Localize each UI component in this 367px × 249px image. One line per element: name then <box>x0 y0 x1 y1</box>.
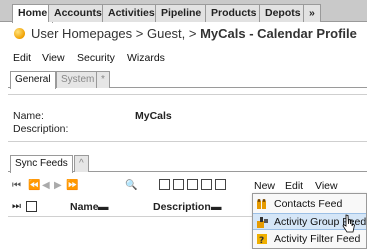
expand-icon[interactable]: ⏭ <box>12 201 21 213</box>
breadcrumb-current: MyCals - Calendar Profile <box>200 26 357 41</box>
name-sort-icon[interactable]: ▬ <box>98 201 109 213</box>
breadcrumb: User Homepages > Guest, > MyCals - Calen… <box>14 25 357 43</box>
first-page-icon[interactable]: ⏮ <box>12 180 21 192</box>
menu-wizards[interactable]: Wizards <box>127 50 165 66</box>
tab-pipeline[interactable]: Pipeline <box>155 4 208 22</box>
toolbar-edit[interactable]: Edit <box>285 180 303 192</box>
toolbar-new[interactable]: New <box>254 180 275 192</box>
detail-subtabs: General System * <box>8 70 367 89</box>
tab-accounts[interactable]: Accounts <box>48 4 108 22</box>
list-icon[interactable] <box>215 179 226 190</box>
check-icon[interactable] <box>201 179 212 190</box>
prev-icon[interactable]: ◀ <box>42 180 50 192</box>
select-all-checkbox[interactable] <box>26 201 37 212</box>
column-name[interactable]: Name <box>70 201 99 213</box>
tab-products[interactable]: Products <box>205 4 263 22</box>
tab-sync-feeds[interactable]: Sync Feeds <box>10 155 73 173</box>
toolbar-view[interactable]: View <box>315 180 338 192</box>
contacts-icon <box>257 199 266 209</box>
menu-item-contacts-feed[interactable]: Contacts Feed <box>253 196 366 213</box>
home-orb-icon <box>14 28 25 39</box>
filter-icon[interactable] <box>187 179 198 190</box>
subtab-general[interactable]: General <box>10 71 56 89</box>
search-icon[interactable]: 🔍 <box>125 180 137 192</box>
main-tab-bar: Home Accounts Activities Pipeline Produc… <box>0 0 367 23</box>
column-description[interactable]: Description <box>153 201 211 213</box>
description-sort-icon[interactable]: ▬ <box>211 201 222 213</box>
subtab-more[interactable]: * <box>96 71 110 88</box>
tab-home[interactable]: Home <box>12 4 54 23</box>
columns-icon[interactable] <box>173 179 184 190</box>
activity-filter-icon: ? <box>257 234 267 245</box>
pointer-cursor-icon <box>342 214 355 233</box>
tab-more[interactable]: » <box>303 4 321 22</box>
prev-page-icon[interactable]: ⏪ <box>28 180 40 192</box>
menu-edit[interactable]: Edit <box>13 50 31 66</box>
name-value: MyCals <box>135 110 172 122</box>
profile-fields: Name: MyCals Description: <box>8 94 367 142</box>
panel-collapse-button[interactable]: ^ <box>74 155 89 172</box>
sync-feeds-tabs: Sync Feeds ^ <box>8 154 367 173</box>
menu-view[interactable]: View <box>42 50 65 66</box>
breadcrumb-path[interactable]: User Homepages > Guest, > <box>31 26 200 41</box>
tab-activities[interactable]: Activities <box>102 4 161 22</box>
menu-security[interactable]: Security <box>77 50 115 66</box>
subtab-system[interactable]: System <box>56 71 100 88</box>
record-menu-bar: Edit View Security Wizards <box>0 50 367 66</box>
next-icon[interactable]: ▶ <box>54 180 62 192</box>
tab-depots[interactable]: Depots <box>259 4 307 22</box>
name-label: Name: <box>13 110 44 122</box>
svg-text:?: ? <box>259 236 264 245</box>
last-page-icon[interactable]: ⏩ <box>66 180 78 192</box>
select-all-icon[interactable] <box>159 179 170 190</box>
activity-group-icon <box>257 217 268 228</box>
description-label: Description: <box>13 123 69 135</box>
